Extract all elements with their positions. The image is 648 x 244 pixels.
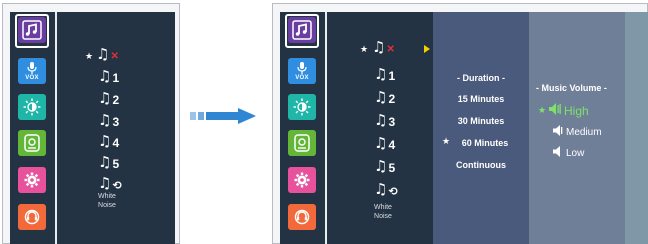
duration-option-30[interactable]: 30 Minutes — [433, 116, 529, 126]
brightness-button[interactable] — [18, 94, 46, 120]
right-screen: VOX ★ ♫ ✕ ♫ 1 ♫ 2 ♫ 3 ♫ 4 ♫ 5 ♫ ⟲ White … — [280, 12, 648, 244]
selected-star-icon: ★ — [360, 45, 369, 55]
sound-sensor-button[interactable] — [18, 130, 46, 156]
selected-star-icon: ★ — [538, 106, 547, 116]
sound-item-2[interactable]: ♫ 2 — [374, 88, 396, 106]
settings-button[interactable] — [18, 167, 46, 193]
next-panel-edge — [625, 12, 648, 244]
sound-item-2[interactable]: ♫ 2 — [98, 89, 120, 107]
settings-gear-icon — [24, 172, 40, 188]
sidebar-divider — [325, 12, 327, 244]
music-button[interactable] — [288, 17, 316, 43]
music-note-icon: ♫ — [374, 157, 388, 175]
sound-item-3[interactable]: ♫ 3 — [374, 111, 396, 129]
sound-number: 3 — [112, 115, 120, 129]
volume-title: - Music Volume - — [536, 83, 607, 93]
support-button[interactable] — [288, 204, 316, 230]
volume-label: Low — [566, 147, 585, 159]
sound-sensor-button[interactable] — [288, 130, 316, 156]
volume-label: High — [564, 103, 589, 118]
white-noise-item[interactable]: ♫ ⟲ — [98, 174, 122, 192]
sound-item-4[interactable]: ♫ 4 — [374, 134, 396, 152]
music-note-icon: ♫ — [374, 134, 388, 152]
sound-number: 3 — [388, 115, 396, 129]
sound-number: 4 — [388, 138, 396, 152]
music-note-icon: ♫ — [98, 89, 112, 107]
volume-label: Medium — [566, 126, 602, 138]
sound-item-5[interactable]: ♫ 5 — [98, 153, 120, 171]
music-note-icon: ♫ — [98, 132, 112, 150]
microphone-vox-icon — [27, 61, 37, 74]
microphone-vox-icon — [297, 61, 307, 74]
sound-number: 2 — [388, 92, 396, 106]
sound-item-4[interactable]: ♫ 4 — [98, 132, 120, 150]
vox-button[interactable]: VOX — [18, 58, 46, 84]
support-headset-icon — [24, 209, 40, 225]
music-note-icon: ♫ — [372, 38, 386, 56]
music-note-icon: ♫ — [374, 65, 388, 83]
left-screen: VOX ★ ♫ ✕ ♫ 1 ♫ 2 ♫ 3 ♫ 4 ♫ 5 ♫ ⟲ White … — [10, 12, 175, 244]
sound-item-3[interactable]: ♫ 3 — [98, 111, 120, 129]
sound-number: 5 — [388, 161, 396, 175]
sound-item-1[interactable]: ♫ 1 — [98, 67, 120, 85]
duration-option-continuous[interactable]: Continuous — [433, 160, 529, 170]
sound-sensor-icon — [24, 134, 40, 152]
brightness-icon — [293, 98, 311, 116]
settings-button[interactable] — [288, 167, 316, 193]
duration-panel: - Duration - 15 Minutes 30 Minutes ★ 60 … — [433, 12, 529, 244]
volume-panel: - Music Volume - ★ High Medium Low — [529, 12, 625, 244]
sound-item-1[interactable]: ♫ 1 — [374, 65, 396, 83]
white-noise-item[interactable]: ♫ ⟲ — [374, 180, 398, 198]
sidebar-divider — [55, 12, 57, 244]
music-button[interactable] — [18, 17, 46, 43]
sound-item-5[interactable]: ♫ 5 — [374, 157, 396, 175]
duration-option-60[interactable]: 60 Minutes — [437, 138, 533, 148]
volume-option-low[interactable]: Low — [553, 146, 584, 160]
support-button[interactable] — [18, 204, 46, 230]
music-note-icon: ♫ — [98, 174, 112, 192]
music-note-icon: ♫ — [374, 88, 388, 106]
sound-off-item[interactable]: ♫ ✕ — [96, 46, 119, 62]
white-noise-label: White Noise — [98, 193, 116, 209]
sound-number: 5 — [112, 157, 120, 171]
sound-off-item[interactable]: ♫ ✕ — [372, 39, 395, 55]
music-note-icon: ♫ — [98, 153, 112, 171]
selected-star-icon: ★ — [85, 52, 94, 62]
brightness-button[interactable] — [288, 94, 316, 120]
white-noise-label: White Noise — [374, 204, 392, 220]
volume-option-high[interactable]: High — [549, 103, 589, 118]
transition-arrow — [190, 108, 260, 124]
duration-title: - Duration - — [457, 73, 505, 83]
sound-number: 2 — [112, 93, 120, 107]
music-note-icon: ♫ — [96, 45, 110, 63]
duration-option-15[interactable]: 15 Minutes — [433, 94, 529, 104]
vox-label: VOX — [25, 74, 39, 81]
settings-gear-icon — [294, 172, 310, 188]
x-mark-icon: ✕ — [386, 44, 395, 55]
music-note-icon — [292, 20, 312, 40]
speaker-icon — [553, 146, 563, 160]
loop-icon: ⟲ — [112, 179, 122, 192]
music-note-icon: ♫ — [98, 67, 112, 85]
speaker-icon — [549, 103, 561, 118]
music-note-icon: ♫ — [374, 111, 388, 129]
submenu-arrow-icon — [424, 45, 430, 53]
loop-icon: ⟲ — [388, 185, 398, 198]
vox-label: VOX — [295, 74, 309, 81]
speaker-icon — [553, 125, 563, 139]
x-mark-icon: ✕ — [110, 51, 119, 62]
volume-option-medium[interactable]: Medium — [553, 125, 602, 139]
music-note-icon: ♫ — [98, 111, 112, 129]
music-note-icon — [22, 20, 42, 40]
support-headset-icon — [294, 209, 310, 225]
sound-number: 1 — [112, 71, 120, 85]
sound-number: 4 — [112, 136, 120, 150]
sound-sensor-icon — [294, 134, 310, 152]
vox-button[interactable]: VOX — [288, 58, 316, 84]
brightness-icon — [23, 98, 41, 116]
music-note-icon: ♫ — [374, 180, 388, 198]
sound-number: 1 — [388, 69, 396, 83]
